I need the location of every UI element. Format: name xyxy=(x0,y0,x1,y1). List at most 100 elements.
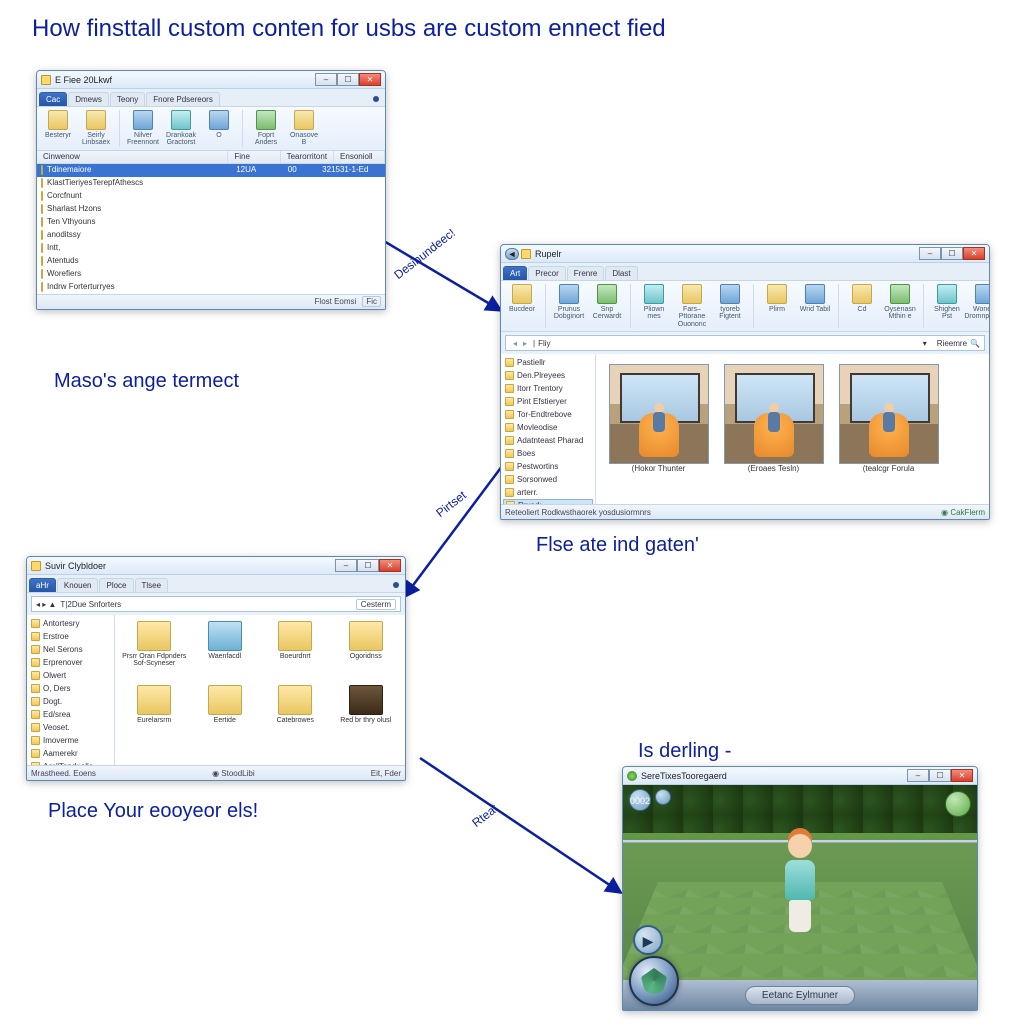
minimize-button[interactable] xyxy=(907,769,929,782)
addr-button[interactable]: Cesterm xyxy=(356,599,396,610)
tab[interactable]: Cac xyxy=(39,92,67,106)
ribbon-button[interactable]: Fars–Pttorane Ouononc xyxy=(675,284,709,328)
sim-avatar[interactable] xyxy=(780,834,820,934)
list-item[interactable]: Intt, xyxy=(37,242,385,255)
help-icon[interactable] xyxy=(373,96,379,102)
tree-item[interactable]: Erstroe xyxy=(29,630,112,643)
breadcrumb[interactable]: T|2Due Snforters xyxy=(60,600,121,609)
list-item[interactable]: Sharlast Hzons xyxy=(37,203,385,216)
tree-item[interactable]: Nel Serons xyxy=(29,643,112,656)
tree-item[interactable]: Adatnteast Pharad xyxy=(503,434,593,447)
maximize-button[interactable] xyxy=(929,769,951,782)
titlebar[interactable]: ◄ Rupelr xyxy=(501,245,989,263)
folder-icon[interactable]: Boeurdnrt xyxy=(262,621,329,681)
ribbon-button[interactable]: Prunus Dobginort xyxy=(552,284,586,321)
tree-item[interactable]: Ed/srea xyxy=(29,708,112,721)
tree-item[interactable]: Sorsonwed xyxy=(503,473,593,486)
tab[interactable]: Dmews xyxy=(68,92,109,106)
hud-score[interactable]: 0002 xyxy=(629,789,651,811)
plumbob-orb-icon[interactable] xyxy=(629,956,679,1006)
tree-item[interactable]: Veoset. xyxy=(29,721,112,734)
minimize-button[interactable] xyxy=(919,247,941,260)
maximize-button[interactable] xyxy=(357,559,379,572)
tab[interactable]: Knouen xyxy=(57,578,99,592)
breadcrumb[interactable]: Fliy xyxy=(538,339,550,348)
tree-item[interactable]: O, Ders xyxy=(29,682,112,695)
tree-item[interactable]: Erprenover xyxy=(29,656,112,669)
folder-icon[interactable]: Red br thry olusl xyxy=(333,685,400,745)
list-item[interactable]: Atentuds xyxy=(37,255,385,268)
list-item[interactable]: Indrw Forterturryes xyxy=(37,281,385,294)
ribbon-button[interactable]: Woneyr Dromnpitions xyxy=(968,284,990,321)
thumbnail[interactable]: (tealcgr Forula xyxy=(836,364,941,473)
folder-icon[interactable]: Eurelarsrm xyxy=(121,685,188,745)
ribbon-button[interactable]: Wrid Tabil xyxy=(798,284,832,313)
ribbon-button[interactable]: Cd xyxy=(845,284,879,313)
col-header[interactable]: Fine xyxy=(228,151,280,163)
list-item[interactable]: anoditssy xyxy=(37,229,385,242)
tree-item[interactable]: Itorr Trentory xyxy=(503,382,593,395)
tab[interactable]: Frenre xyxy=(567,266,605,280)
tree-item[interactable]: Pint Efstieryer xyxy=(503,395,593,408)
tree-item[interactable]: Aamerekr xyxy=(29,747,112,760)
tab[interactable]: Ploce xyxy=(99,578,133,592)
titlebar[interactable]: Suvir Clybldoer xyxy=(27,557,405,575)
ribbon-button[interactable]: Nilver Freennont xyxy=(126,110,160,147)
list-item[interactable]: Ten Vthyouns xyxy=(37,216,385,229)
bottom-panel-label[interactable]: Eetanc Eylmuner xyxy=(745,986,855,1005)
tree-item[interactable]: Boes xyxy=(503,447,593,460)
address-bar[interactable]: ◂▸ | Fliy ▾ Rieemre 🔍 xyxy=(505,335,985,351)
tree-item[interactable]: Pestwortins xyxy=(503,460,593,473)
close-button[interactable] xyxy=(963,247,985,260)
tab[interactable]: Tlsee xyxy=(135,578,169,592)
tree-item[interactable]: Pastiellr xyxy=(503,356,593,369)
tree-item[interactable]: Tor-Endtrebove xyxy=(503,408,593,421)
titlebar[interactable]: SereTixesTooregaerd xyxy=(623,767,977,785)
ribbon-button[interactable]: Seirly Linbsaex xyxy=(79,110,113,147)
maximize-button[interactable] xyxy=(941,247,963,260)
hud-top-right-icon[interactable] xyxy=(945,791,971,817)
ribbon-button[interactable]: Foprt Anders xyxy=(249,110,283,147)
ribbon-button[interactable]: tyoreb Figtent xyxy=(713,284,747,321)
col-header[interactable]: Cinwenow xyxy=(37,151,228,163)
minimize-button[interactable] xyxy=(315,73,337,86)
tree-item[interactable]: Antortesry xyxy=(29,617,112,630)
nav-back-icon[interactable]: ◄ xyxy=(505,248,519,260)
tree-item[interactable]: Dogt. xyxy=(29,695,112,708)
folder-icon[interactable]: Ogoridnss xyxy=(333,621,400,681)
col-header[interactable]: Ensonioll xyxy=(334,151,385,163)
search-label[interactable]: Rieemre xyxy=(937,339,967,348)
tree-item[interactable]: Den.Plreyees xyxy=(503,369,593,382)
tree-item[interactable]: arterr. xyxy=(503,486,593,499)
list-item[interactable]: KlastTieriyesTerepfAthescs xyxy=(37,177,385,190)
titlebar[interactable]: E Fiee 20Lkwf xyxy=(37,71,385,89)
ribbon-button[interactable]: Pliown mes xyxy=(637,284,671,321)
list-item[interactable]: Corcfnunt xyxy=(37,190,385,203)
tree-item[interactable]: Rryod: xyxy=(503,499,593,504)
tree-item[interactable]: Olwert xyxy=(29,669,112,682)
close-button[interactable] xyxy=(359,73,381,86)
folder-icon[interactable]: Waenfacdl xyxy=(192,621,259,681)
thumbnail[interactable]: (Eroaes Tesln) xyxy=(721,364,826,473)
list-item[interactable]: Tdinemaiore12UA00321531-1-Ed xyxy=(37,164,385,177)
tree-item[interactable]: Movleodise xyxy=(503,421,593,434)
folder-icon[interactable]: Eertide xyxy=(192,685,259,745)
thumbnail[interactable]: (Hokor Thunter xyxy=(606,364,711,473)
tab[interactable]: Precor xyxy=(528,266,566,280)
help-icon[interactable] xyxy=(393,582,399,588)
col-header[interactable]: Tearorritont xyxy=(281,151,334,163)
tab[interactable]: Fnore Pdsereors xyxy=(146,92,220,106)
tab[interactable]: Teony xyxy=(110,92,145,106)
ribbon-button[interactable]: Shighen Pst xyxy=(930,284,964,321)
tab[interactable]: Art xyxy=(503,266,527,280)
list-item[interactable]: Worefiers xyxy=(37,268,385,281)
close-button[interactable] xyxy=(379,559,401,572)
maximize-button[interactable] xyxy=(337,73,359,86)
tab[interactable]: Dlast xyxy=(605,266,637,280)
ribbon-button[interactable]: Bucdeor xyxy=(505,284,539,313)
ribbon-button[interactable]: Snp Cerwardt xyxy=(590,284,624,321)
folder-icon[interactable]: Prsrr Oran Fdpnders Sof-Scyneser xyxy=(121,621,188,681)
tree-item[interactable]: AerilTonduelle xyxy=(29,760,112,765)
ribbon-button[interactable]: Onasove B xyxy=(287,110,321,147)
hud-icon[interactable] xyxy=(655,789,671,805)
